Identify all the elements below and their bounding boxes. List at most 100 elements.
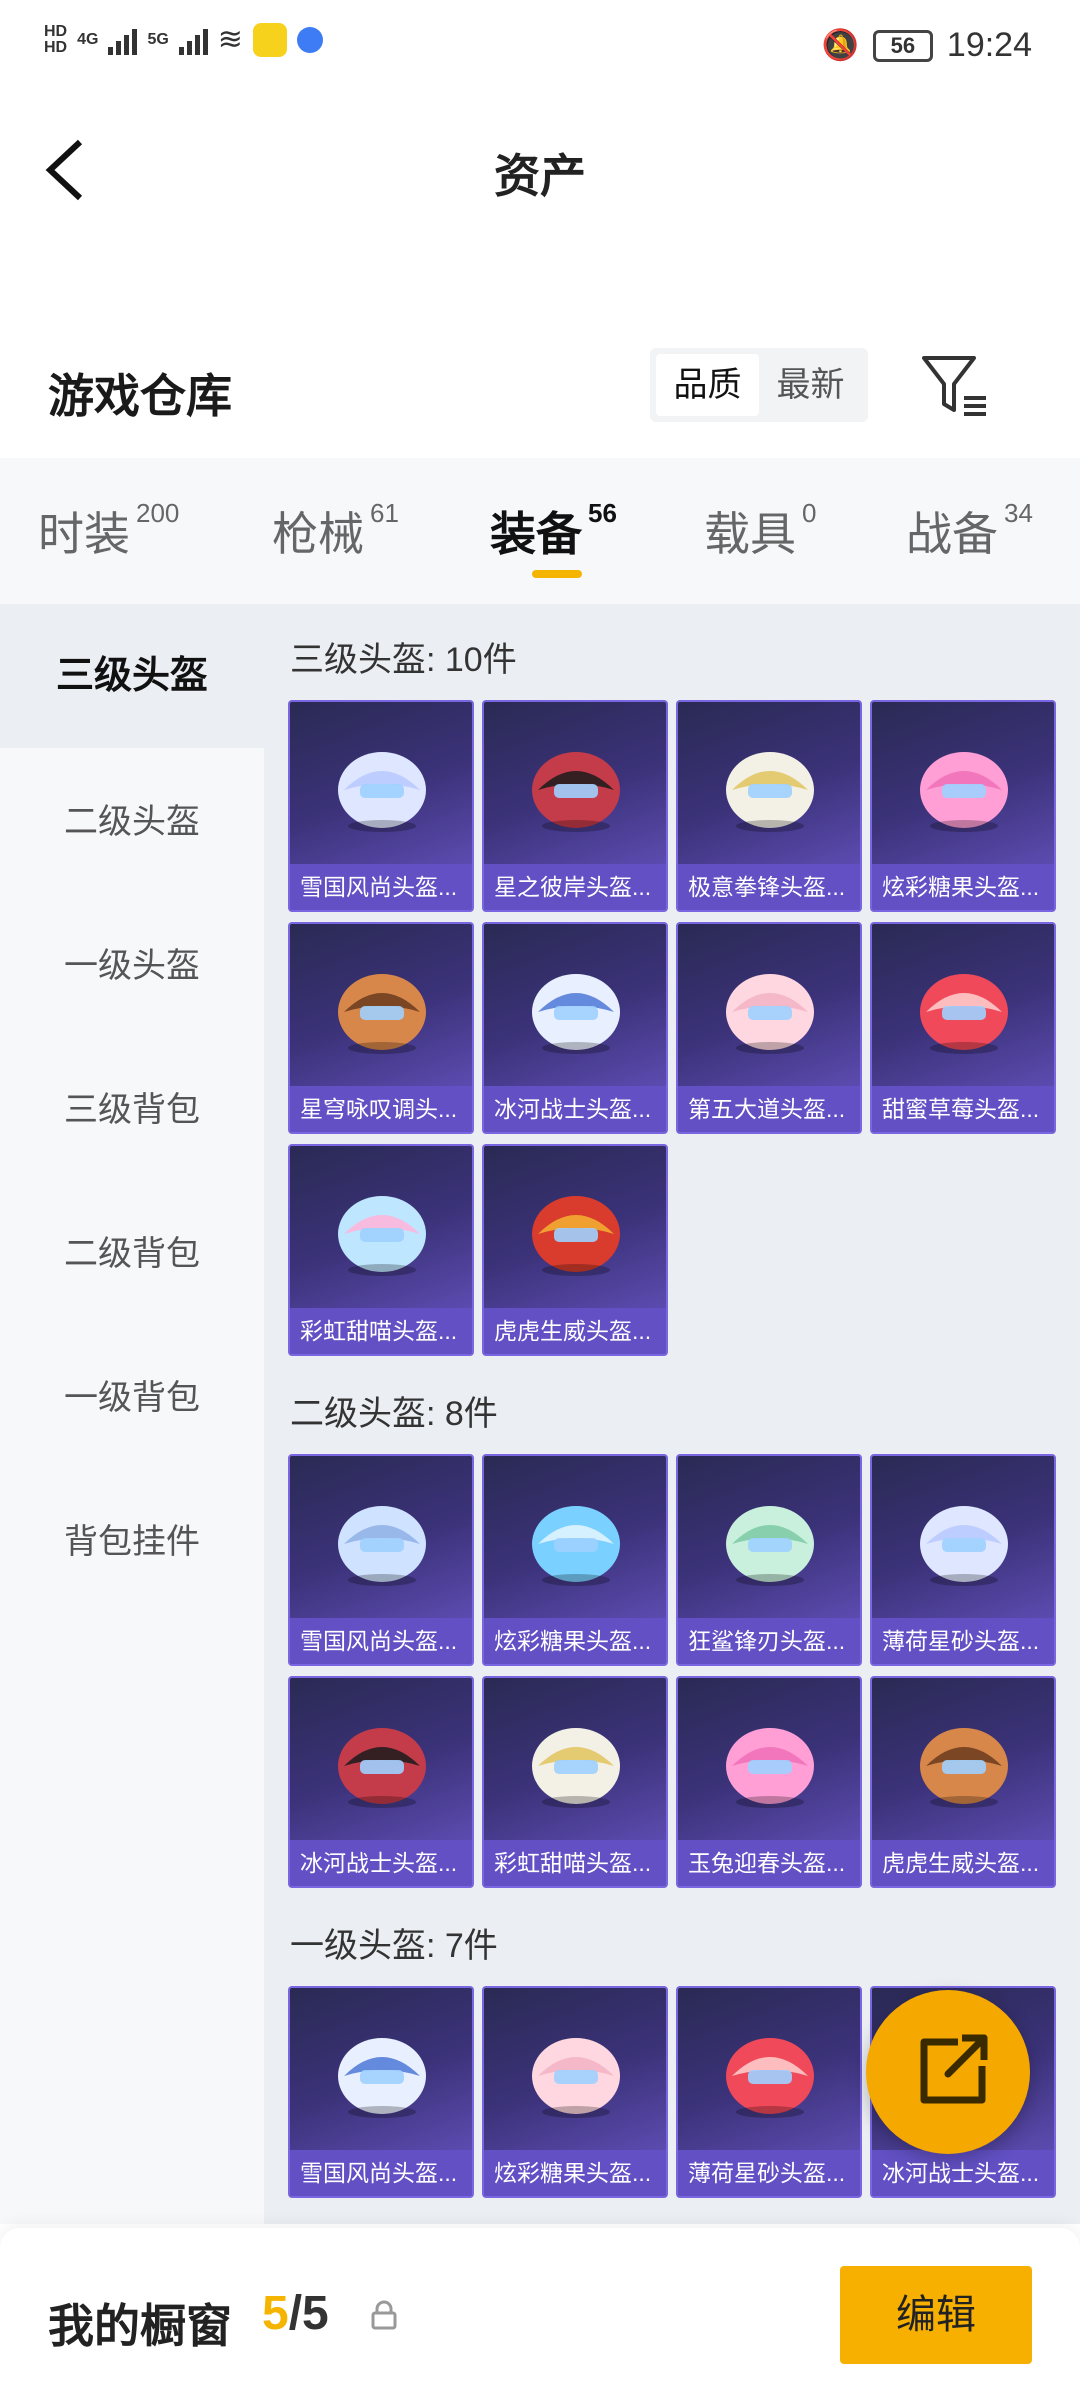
item-card[interactable]: 薄荷星砂头盔...	[870, 1454, 1056, 1666]
helmet-icon	[726, 1506, 814, 1586]
helmet-icon	[532, 2038, 620, 2118]
item-card[interactable]: 星穹咏叹调头...	[288, 922, 474, 1134]
share-fab[interactable]	[866, 1990, 1030, 2154]
network-5g-label: 5G	[147, 30, 169, 48]
item-name: 炫彩糖果头盔...	[484, 1618, 666, 1664]
active-tab-indicator	[532, 570, 582, 578]
item-card[interactable]: 彩虹甜喵头盔...	[482, 1676, 668, 1888]
item-name: 雪国风尚头盔...	[290, 864, 472, 910]
sidebar-item-backpack-pendant[interactable]: 背包挂件	[0, 1514, 264, 1563]
item-grid: 三级头盔: 10件 二级头盔: 8件 一级头盔: 7件 雪国风尚头盔... 星之彼…	[264, 604, 1080, 2224]
helmet-icon	[338, 752, 426, 832]
browser-notification-icon	[296, 26, 323, 53]
helmet-icon	[338, 1196, 426, 1276]
signal-icon	[108, 25, 138, 55]
item-card[interactable]: 虎虎生威头盔...	[870, 1676, 1056, 1888]
helmet-icon	[726, 2038, 814, 2118]
showcase-count: 5/5	[262, 2286, 329, 2341]
item-card[interactable]: 雪国风尚头盔...	[288, 700, 474, 912]
item-name: 甜蜜草莓头盔...	[872, 1086, 1054, 1132]
item-card[interactable]: 炫彩糖果头盔...	[482, 1986, 668, 2198]
sort-quality-button[interactable]: 品质	[656, 354, 759, 416]
item-card[interactable]: 第五大道头盔...	[676, 922, 862, 1134]
filter-icon[interactable]	[920, 354, 990, 418]
share-icon	[920, 2034, 988, 2104]
item-card[interactable]: 冰河战士头盔...	[288, 1676, 474, 1888]
tab-label: 时装	[38, 508, 130, 560]
tab-equipment[interactable]: 装备 56	[490, 498, 617, 564]
item-card[interactable]: 炫彩糖果头盔...	[482, 1454, 668, 1666]
item-card[interactable]: 雪国风尚头盔...	[288, 1986, 474, 2198]
warehouse-header: 游戏仓库 品质 最新	[0, 340, 1080, 460]
item-card[interactable]: 虎虎生威头盔...	[482, 1144, 668, 1356]
item-name: 炫彩糖果头盔...	[872, 864, 1054, 910]
item-name: 炫彩糖果头盔...	[484, 2150, 666, 2196]
item-name: 星穹咏叹调头...	[290, 1086, 472, 1132]
subcategory-sidebar: 三级头盔 二级头盔 一级头盔 三级背包 二级背包 一级背包 背包挂件	[0, 604, 264, 2224]
helmet-icon	[338, 2038, 426, 2118]
status-left: HD HD 4G 5G ≋	[44, 22, 323, 57]
tab-count: 56	[588, 497, 617, 528]
helmet-icon	[920, 1506, 1008, 1586]
tab-label: 装备	[490, 508, 582, 560]
item-name: 彩虹甜喵头盔...	[290, 1308, 472, 1354]
tab-fashion[interactable]: 时装 200	[38, 498, 179, 564]
item-card[interactable]: 冰河战士头盔...	[482, 922, 668, 1134]
item-name: 玉兔迎春头盔...	[678, 1840, 860, 1886]
helmet-icon	[726, 752, 814, 832]
tab-vehicles[interactable]: 载具 0	[704, 498, 816, 564]
item-card[interactable]: 狂鲨锋刃头盔...	[676, 1454, 862, 1666]
helmet-icon	[726, 974, 814, 1054]
item-card[interactable]: 雪国风尚头盔...	[288, 1454, 474, 1666]
tab-label: 战备	[906, 508, 998, 560]
sidebar-item-level1-backpack[interactable]: 一级背包	[0, 1370, 264, 1419]
item-name: 冰河战士头盔...	[484, 1086, 666, 1132]
item-card[interactable]: 彩虹甜喵头盔...	[288, 1144, 474, 1356]
item-card[interactable]: 薄荷星砂头盔...	[676, 1986, 862, 2198]
clock: 19:24	[946, 26, 1032, 64]
status-bar: HD HD 4G 5G ≋ 🔕 56 19:24	[0, 0, 1080, 100]
app-notification-icon	[252, 22, 287, 57]
sidebar-item-level3-backpack[interactable]: 三级背包	[0, 1082, 264, 1131]
tab-label: 枪械	[272, 508, 364, 560]
section-title: 三级头盔: 10件	[290, 641, 517, 679]
tab-count: 0	[802, 497, 817, 528]
lock-icon	[371, 2300, 397, 2330]
item-card[interactable]: 星之彼岸头盔...	[482, 700, 668, 912]
helmet-icon	[920, 752, 1008, 832]
helmet-icon	[338, 1728, 426, 1808]
battery-icon: 56	[872, 29, 933, 62]
item-name: 彩虹甜喵头盔...	[484, 1840, 666, 1886]
item-name: 雪国风尚头盔...	[290, 2150, 472, 2196]
count-total: 5	[302, 2287, 329, 2340]
tab-supplies[interactable]: 战备 34	[906, 498, 1033, 564]
item-name: 冰河战士头盔...	[872, 2150, 1054, 2196]
item-card[interactable]: 极意拳锋头盔...	[676, 700, 862, 912]
helmet-icon	[532, 1196, 620, 1276]
helmet-icon	[920, 974, 1008, 1054]
app-header: 资产	[0, 110, 1080, 230]
item-name: 虎虎生威头盔...	[484, 1308, 666, 1354]
item-card[interactable]: 玉兔迎春头盔...	[676, 1676, 862, 1888]
status-right: 🔕 56 19:24	[822, 26, 1032, 65]
section-title: 一级头盔: 7件	[290, 1927, 498, 1965]
sidebar-item-level3-helmet[interactable]: 三级头盔	[0, 604, 264, 748]
tab-count: 61	[370, 497, 399, 528]
helmet-icon	[532, 974, 620, 1054]
tab-count: 34	[1004, 497, 1033, 528]
edit-button[interactable]: 编辑	[840, 2266, 1032, 2364]
sidebar-item-level2-helmet[interactable]: 二级头盔	[0, 794, 264, 843]
sidebar-item-level1-helmet[interactable]: 一级头盔	[0, 938, 264, 987]
warehouse-title: 游戏仓库	[48, 370, 232, 422]
helmet-icon	[338, 1506, 426, 1586]
sidebar-item-level2-backpack[interactable]: 二级背包	[0, 1226, 264, 1275]
sort-latest-button[interactable]: 最新	[759, 354, 862, 416]
helmet-icon	[532, 1506, 620, 1586]
item-card[interactable]: 炫彩糖果头盔...	[870, 700, 1056, 912]
hd-icon: HD HD	[44, 22, 68, 56]
tab-weapons[interactable]: 枪械 61	[272, 498, 399, 564]
item-card[interactable]: 甜蜜草莓头盔...	[870, 922, 1056, 1134]
helmet-icon	[532, 752, 620, 832]
showcase-title: 我的橱窗	[48, 2300, 232, 2352]
showcase-bar: 我的橱窗 5/5 编辑	[0, 2228, 1080, 2400]
